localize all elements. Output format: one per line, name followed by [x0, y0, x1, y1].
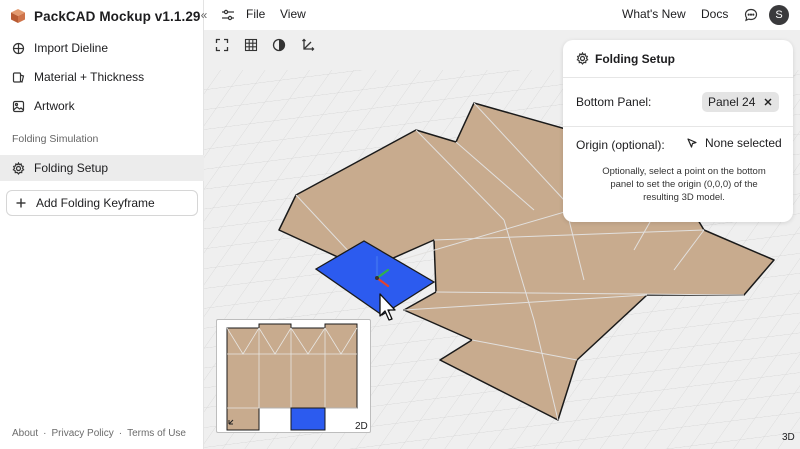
- topbar: File View What's New Docs: [204, 0, 800, 30]
- footer-links: About · Privacy Policy · Terms of Use: [12, 428, 186, 439]
- minimap-2d[interactable]: [216, 319, 371, 433]
- box-logo-icon: [10, 8, 26, 24]
- about-link[interactable]: About: [12, 428, 38, 439]
- minimap-dieline[interactable]: [217, 320, 372, 434]
- user-avatar[interactable]: S: [769, 5, 789, 25]
- origin-value: None selected: [705, 136, 782, 150]
- close-icon[interactable]: [763, 97, 773, 107]
- grid-icon[interactable]: [244, 38, 262, 56]
- folding-setup-panel: Folding Setup Bottom Panel: Panel 24 Ori…: [563, 40, 793, 222]
- add-folding-keyframe-button[interactable]: Add Folding Keyframe: [6, 190, 198, 216]
- sidebar-item-label: Import Dieline: [34, 41, 109, 55]
- origin-label: Origin (optional):: [576, 138, 665, 152]
- app-title: PackCAD Mockup v1.1.29: [34, 8, 201, 24]
- bottom-panel-label: Bottom Panel:: [576, 95, 652, 109]
- divider: [563, 126, 793, 127]
- minimap-bottom-panel: [290, 407, 326, 431]
- add-keyframe-label: Add Folding Keyframe: [36, 196, 155, 210]
- minimap-label: 2D: [355, 421, 368, 432]
- menu-file[interactable]: File: [246, 7, 265, 21]
- material-icon: [12, 71, 25, 84]
- panel-title: Folding Setup: [595, 52, 675, 66]
- gear-icon: [576, 52, 589, 65]
- image-icon: [12, 100, 25, 113]
- bottom-panel-chip[interactable]: Panel 24: [702, 92, 780, 112]
- divider: [563, 77, 793, 78]
- chat-icon[interactable]: [744, 8, 758, 22]
- settings-sliders-icon[interactable]: [221, 8, 235, 22]
- cursor-pointer-icon: [686, 137, 698, 149]
- brand: PackCAD Mockup v1.1.29: [10, 6, 201, 26]
- gear-icon: [12, 161, 25, 175]
- footer-separator: ·: [43, 428, 47, 439]
- docs-button[interactable]: Docs: [701, 7, 728, 21]
- plus-icon: [15, 197, 27, 209]
- contrast-icon[interactable]: [272, 38, 290, 56]
- collapse-sidebar-button[interactable]: «: [196, 7, 212, 23]
- sidebar-item-folding-setup[interactable]: Folding Setup: [0, 155, 204, 181]
- sidebar-item-label: Folding Setup: [34, 161, 109, 175]
- section-folding-simulation: Folding Simulation: [12, 133, 99, 145]
- sidebar-item-material[interactable]: Material + Thickness: [4, 64, 200, 90]
- sidebar: PackCAD Mockup v1.1.29 Import Dieline Ma…: [0, 0, 204, 449]
- whats-new-button[interactable]: What's New: [622, 7, 686, 21]
- sidebar-item-artwork[interactable]: Artwork: [4, 93, 200, 119]
- bottom-panel-value: Panel 24: [708, 95, 756, 109]
- privacy-policy-link[interactable]: Privacy Policy: [51, 428, 113, 439]
- origin-help-text: Optionally, select a point on the bottom…: [602, 166, 766, 203]
- fullscreen-icon[interactable]: [215, 38, 233, 56]
- sidebar-item-label: Artwork: [34, 99, 75, 113]
- sidebar-item-label: Material + Thickness: [34, 70, 145, 84]
- origin-selector[interactable]: None selected: [686, 136, 782, 150]
- axes-icon[interactable]: [301, 38, 319, 56]
- terms-of-use-link[interactable]: Terms of Use: [127, 428, 186, 439]
- import-dieline-icon: [12, 42, 25, 55]
- menu-view[interactable]: View: [280, 7, 306, 21]
- view-mode-label: 3D: [782, 432, 795, 443]
- footer-separator: ·: [118, 428, 123, 439]
- sidebar-item-import-dieline[interactable]: Import Dieline: [4, 35, 200, 61]
